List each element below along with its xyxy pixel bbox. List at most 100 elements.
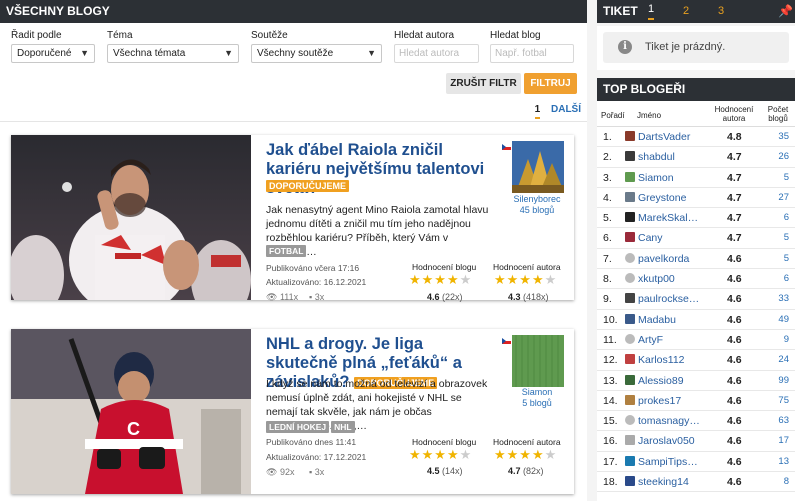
blogger-blog-count[interactable]: 26 (778, 147, 789, 167)
blogger-name[interactable]: MarekSkal… (638, 208, 718, 228)
blogger-name[interactable]: paulrockse… (638, 289, 718, 309)
author-search-input[interactable]: Hledat autora (394, 44, 479, 63)
avatar[interactable] (625, 354, 635, 365)
avatar[interactable] (625, 212, 635, 223)
top-blogger-row[interactable]: 14. prokes17 4.6 75 (597, 391, 795, 412)
sort-select[interactable]: Doporučené ▼ (11, 44, 95, 63)
pin-icon[interactable]: 📌 (778, 0, 793, 23)
blogger-blog-count[interactable]: 5 (784, 228, 789, 248)
avatar[interactable] (625, 476, 635, 487)
avatar[interactable] (625, 151, 635, 162)
avatar[interactable] (625, 313, 635, 324)
top-blogger-row[interactable]: 3. Siamon 4.7 5 (597, 168, 795, 188)
top-blogger-row[interactable]: 4. Greystone 4.7 27 (597, 188, 795, 209)
blogger-blog-count[interactable]: 13 (778, 452, 789, 472)
top-blogger-row[interactable]: 12. Karlos112 4.6 24 (597, 350, 795, 371)
tag-hockey[interactable]: LEDNÍ HOKEJ (266, 421, 330, 433)
contest-select[interactable]: Všechny soutěže ▼ (251, 44, 382, 63)
page-next-link[interactable]: DALŠÍ (551, 104, 581, 115)
blogger-name[interactable]: SampiTips… (638, 452, 718, 472)
avatar[interactable] (625, 435, 635, 446)
author-name[interactable]: Silenyborec (499, 194, 575, 205)
blogger-name[interactable]: Cany (638, 228, 718, 248)
blogger-blog-count[interactable]: 49 (778, 310, 789, 330)
blogger-blog-count[interactable]: 99 (778, 371, 789, 391)
blogger-blog-count[interactable]: 24 (778, 350, 789, 370)
blog-rating-stars[interactable]: ★★★★★ (409, 272, 472, 288)
avatar[interactable] (625, 415, 635, 426)
filter-button[interactable]: FILTRUJ (524, 73, 577, 94)
ticket-tab-2[interactable]: 2 (683, 0, 689, 23)
avatar[interactable] (625, 131, 635, 141)
blog-card[interactable]: C NHL a drogy. Je liga skutečně plná „fe… (11, 329, 574, 494)
blogger-name[interactable]: Alessio89 (638, 371, 718, 391)
blogger-name[interactable]: ArtyF (638, 330, 718, 350)
blogger-blog-count[interactable]: 5 (784, 249, 789, 269)
avatar[interactable] (625, 171, 635, 182)
avatar[interactable] (625, 293, 635, 304)
avatar[interactable] (625, 374, 635, 385)
blogger-blog-count[interactable]: 9 (784, 330, 789, 350)
blogger-name[interactable]: Madabu (638, 310, 718, 330)
blogger-blog-count[interactable]: 33 (778, 289, 789, 309)
blogger-blog-count[interactable]: 63 (778, 411, 789, 431)
blogger-blog-count[interactable]: 5 (784, 168, 789, 188)
author-avatar[interactable] (512, 141, 564, 193)
blogger-blog-count[interactable]: 35 (778, 127, 789, 147)
blogger-blog-count[interactable]: 75 (778, 391, 789, 411)
top-blogger-row[interactable]: 16. Jaroslav050 4.6 17 (597, 431, 795, 452)
top-blogger-row[interactable]: 9. paulrockse… 4.6 33 (597, 289, 795, 310)
avatar[interactable] (625, 273, 635, 284)
tag-fotbal[interactable]: FOTBAL (266, 245, 307, 257)
top-blogger-row[interactable]: 5. MarekSkal… 4.7 6 (597, 208, 795, 229)
top-blogger-row[interactable]: 18. steeking14 4.6 8 (597, 472, 795, 493)
blog-card[interactable]: Jak ďábel Raiola zničil kariéru největší… (11, 135, 575, 302)
avatar[interactable] (625, 333, 635, 344)
topic-select[interactable]: Všechna témata ▼ (107, 44, 239, 63)
ticket-tab-3[interactable]: 3 (718, 0, 724, 23)
blogger-blog-count[interactable]: 17 (778, 431, 789, 451)
blogger-name[interactable]: prokes17 (638, 391, 718, 411)
blogger-name[interactable]: DartsVader (638, 127, 718, 147)
blogger-name[interactable]: Siamon (638, 168, 718, 188)
top-blogger-row[interactable]: 17. SampiTips… 4.6 13 (597, 452, 795, 473)
avatar[interactable] (625, 455, 635, 466)
author-name[interactable]: Siamon (499, 387, 575, 398)
top-blogger-row[interactable]: 6. Cany 4.7 5 (597, 228, 795, 249)
author-blog-count[interactable]: 5 blogů (499, 398, 575, 409)
blogger-name[interactable]: shabdul (638, 147, 718, 167)
avatar[interactable] (625, 394, 635, 405)
blogger-name[interactable]: xkutp00 (638, 269, 718, 289)
top-blogger-row[interactable]: 11. ArtyF 4.6 9 (597, 330, 795, 351)
blogger-blog-count[interactable]: 6 (784, 269, 789, 289)
blogger-name[interactable]: Karlos112 (638, 350, 718, 370)
blog-search-input[interactable]: Např. fotbal (490, 44, 574, 63)
article-image[interactable] (11, 135, 251, 300)
author-blog-count[interactable]: 45 blogů (499, 205, 575, 216)
top-blogger-row[interactable]: 7. pavelkorda 4.6 5 (597, 249, 795, 270)
page-current[interactable]: 1 (534, 104, 541, 119)
blogger-blog-count[interactable]: 27 (778, 188, 789, 208)
blogger-name[interactable]: pavelkorda (638, 249, 718, 269)
author-avatar[interactable] (512, 335, 564, 387)
top-blogger-row[interactable]: 1. DartsVader 4.8 35 (597, 127, 795, 148)
top-blogger-row[interactable]: 13. Alessio89 4.6 99 (597, 371, 795, 391)
blogger-name[interactable]: Jaroslav050 (638, 431, 718, 451)
tag-nhl[interactable]: NHL (331, 421, 355, 433)
blogger-name[interactable]: steeking14 (638, 472, 718, 492)
blogger-name[interactable]: Greystone (638, 188, 718, 208)
blogger-blog-count[interactable]: 8 (784, 472, 789, 492)
reset-filter-button[interactable]: ZRUŠIT FILTR (446, 73, 521, 94)
blogger-blog-count[interactable]: 6 (784, 208, 789, 228)
top-blogger-row[interactable]: 15. tomasnagy… 4.6 63 (597, 411, 795, 432)
ticket-tab-1[interactable]: 1 (648, 0, 655, 20)
top-blogger-row[interactable]: 8. xkutp00 4.6 6 (597, 269, 795, 290)
article-image[interactable]: C (11, 329, 251, 494)
top-blogger-row[interactable]: 10. Madabu 4.6 49 (597, 310, 795, 330)
blog-rating-stars[interactable]: ★★★★★ (409, 447, 472, 463)
avatar[interactable] (625, 252, 635, 263)
top-blogger-row[interactable]: 2. shabdul 4.7 26 (597, 147, 795, 168)
avatar[interactable] (625, 232, 635, 243)
blogger-name[interactable]: tomasnagy… (638, 411, 718, 431)
avatar[interactable] (625, 191, 635, 202)
